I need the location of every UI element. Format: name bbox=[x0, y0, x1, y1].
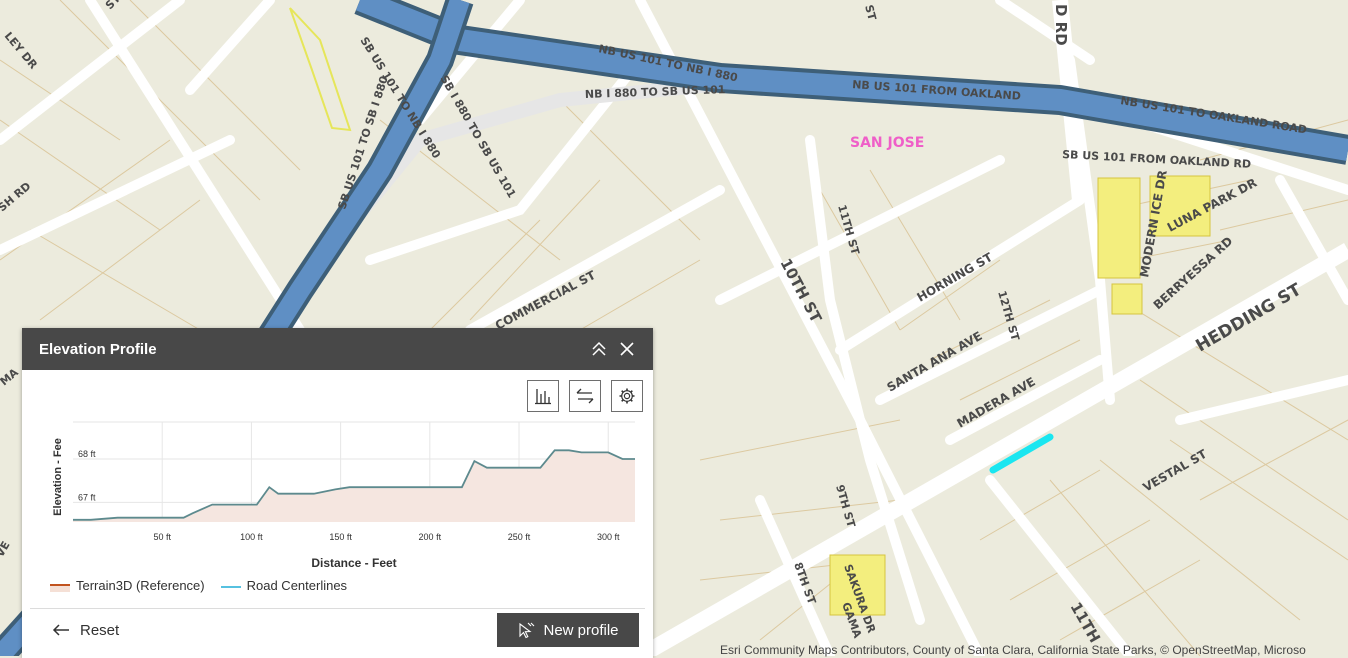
statistics-button[interactable] bbox=[527, 380, 559, 412]
legend-label-terrain: Terrain3D (Reference) bbox=[76, 578, 205, 593]
statistics-icon bbox=[535, 389, 551, 405]
x-tick-label: 50 ft bbox=[153, 532, 171, 542]
x-tick-label: 250 ft bbox=[508, 532, 531, 542]
x-axis-title: Distance - Feet bbox=[311, 556, 396, 570]
terrain-area bbox=[73, 450, 635, 522]
swap-button[interactable] bbox=[569, 380, 601, 412]
new-profile-label: New profile bbox=[543, 621, 619, 639]
legend-label-road: Road Centerlines bbox=[246, 578, 348, 593]
road-swatch bbox=[220, 585, 241, 588]
close-button[interactable] bbox=[613, 335, 641, 363]
map-attribution: Esri Community Maps Contributors, County… bbox=[720, 643, 1306, 657]
legend-item-terrain[interactable]: Terrain3D (Reference) bbox=[50, 578, 205, 593]
new-profile-button[interactable]: New profile bbox=[497, 613, 639, 647]
reset-label: Reset bbox=[80, 621, 120, 639]
chart-legend: Terrain3D (Reference) Road Centerlines bbox=[50, 578, 363, 593]
y-axis-title: Elevation - Fee bbox=[52, 438, 64, 516]
panel-header: Elevation Profile bbox=[22, 328, 653, 370]
profile-toolbar bbox=[527, 380, 643, 412]
label-san-jose: SAN JOSE bbox=[850, 135, 924, 151]
cursor-draw-icon bbox=[519, 622, 535, 639]
panel-title: Elevation Profile bbox=[39, 340, 157, 358]
close-icon bbox=[620, 342, 634, 356]
chevrons-up-icon bbox=[592, 341, 606, 356]
legend-item-road[interactable]: Road Centerlines bbox=[220, 578, 348, 593]
label-d-rd: D RD bbox=[1052, 4, 1070, 46]
elevation-chart[interactable]: 50 ft 100 ft 150 ft 200 ft 250 ft 300 ft 67 ft… bbox=[22, 412, 653, 582]
swap-icon bbox=[576, 388, 594, 404]
arrow-left-icon bbox=[52, 624, 69, 636]
panel-footer: Reset New profile bbox=[30, 608, 645, 651]
x-tick-label: 100 ft bbox=[240, 532, 263, 542]
y-tick-label: 68 ft bbox=[78, 449, 96, 459]
collapse-button[interactable] bbox=[585, 335, 613, 363]
y-tick-label: 67 ft bbox=[78, 492, 96, 502]
terrain-swatch bbox=[50, 583, 70, 592]
x-tick-label: 300 ft bbox=[597, 532, 620, 542]
reset-button[interactable]: Reset bbox=[30, 622, 119, 639]
x-tick-label: 200 ft bbox=[419, 532, 442, 542]
elevation-profile-panel: Elevation Profile 50 ft 100 ft 150 ft 200 f… bbox=[22, 328, 653, 658]
settings-button[interactable] bbox=[611, 380, 643, 412]
x-tick-label: 150 ft bbox=[329, 532, 352, 542]
settings-icon bbox=[619, 388, 635, 404]
